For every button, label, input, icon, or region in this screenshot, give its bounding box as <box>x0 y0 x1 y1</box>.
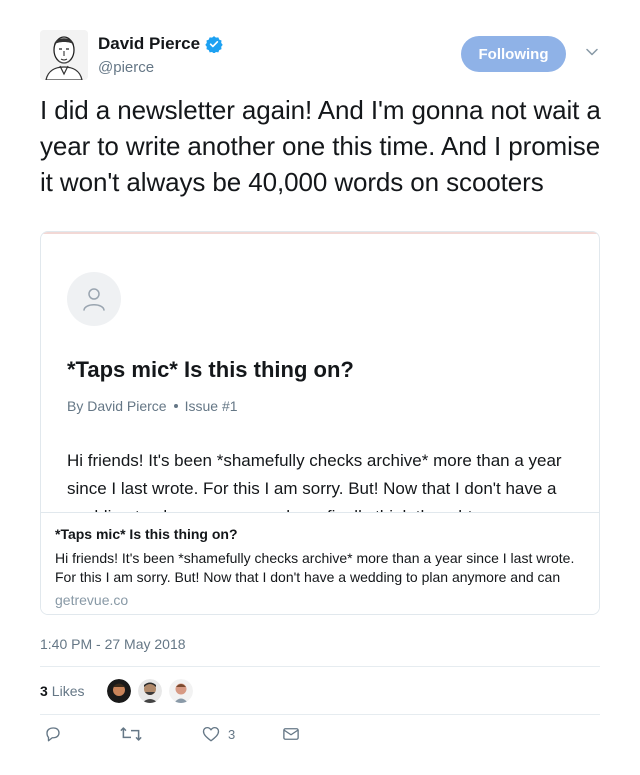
liker-avatar[interactable] <box>138 679 163 703</box>
card-preview-image[interactable]: *Taps mic* Is this thing on? By David Pi… <box>41 232 599 512</box>
card-title: *Taps mic* Is this thing on? <box>55 526 238 542</box>
tweet-text: I did a newsletter again! And I'm gonna … <box>40 95 601 197</box>
likers-avatars <box>107 679 194 703</box>
chevron-down-icon[interactable] <box>584 44 600 60</box>
verified-badge-icon <box>205 35 223 54</box>
newsletter-author: By David Pierce <box>67 398 167 414</box>
newsletter-meta: By David Pierce Issue #1 <box>67 398 238 414</box>
liker-avatar[interactable] <box>169 679 194 703</box>
direct-message-button[interactable] <box>282 725 300 743</box>
card-footer[interactable]: *Taps mic* Is this thing on? Hi friends!… <box>41 512 599 614</box>
link-card[interactable]: *Taps mic* Is this thing on? By David Pi… <box>40 231 600 615</box>
newsletter-avatar-icon <box>67 272 121 326</box>
envelope-icon <box>282 725 300 743</box>
tweet-timestamp[interactable]: 1:40 PM - 27 May 2018 <box>40 636 186 652</box>
heart-icon <box>202 725 220 743</box>
retweet-icon <box>120 725 142 743</box>
meta-separator-dot <box>173 404 178 408</box>
retweet-button[interactable] <box>120 725 150 743</box>
tweet-actions: 3 <box>40 725 600 749</box>
reply-button[interactable] <box>44 725 70 743</box>
newsletter-body: Hi friends! It's been *shamefully checks… <box>67 451 562 512</box>
liker-avatar[interactable] <box>107 679 132 703</box>
divider-bottom <box>40 714 600 715</box>
likes-label: Likes <box>51 683 85 699</box>
tweet-header: David Pierce @pierce Following <box>40 30 610 86</box>
likes-count: 3 <box>40 683 48 699</box>
reply-icon <box>44 725 62 743</box>
card-domain: getrevue.co <box>55 592 129 608</box>
divider-top <box>40 666 600 667</box>
user-name-row[interactable]: David Pierce <box>98 34 223 54</box>
like-count: 3 <box>228 726 236 742</box>
following-button[interactable]: Following <box>461 36 566 72</box>
card-top-border <box>41 232 599 234</box>
like-button[interactable]: 3 <box>202 725 235 743</box>
newsletter-issue: Issue #1 <box>184 398 238 414</box>
user-avatar[interactable] <box>40 30 88 80</box>
card-description: Hi friends! It's been *shamefully checks… <box>55 550 575 585</box>
newsletter-title: *Taps mic* Is this thing on? <box>67 357 354 382</box>
user-handle[interactable]: @pierce <box>98 59 154 76</box>
likes-row[interactable]: 3 Likes <box>40 676 194 706</box>
display-name[interactable]: David Pierce <box>98 34 200 54</box>
